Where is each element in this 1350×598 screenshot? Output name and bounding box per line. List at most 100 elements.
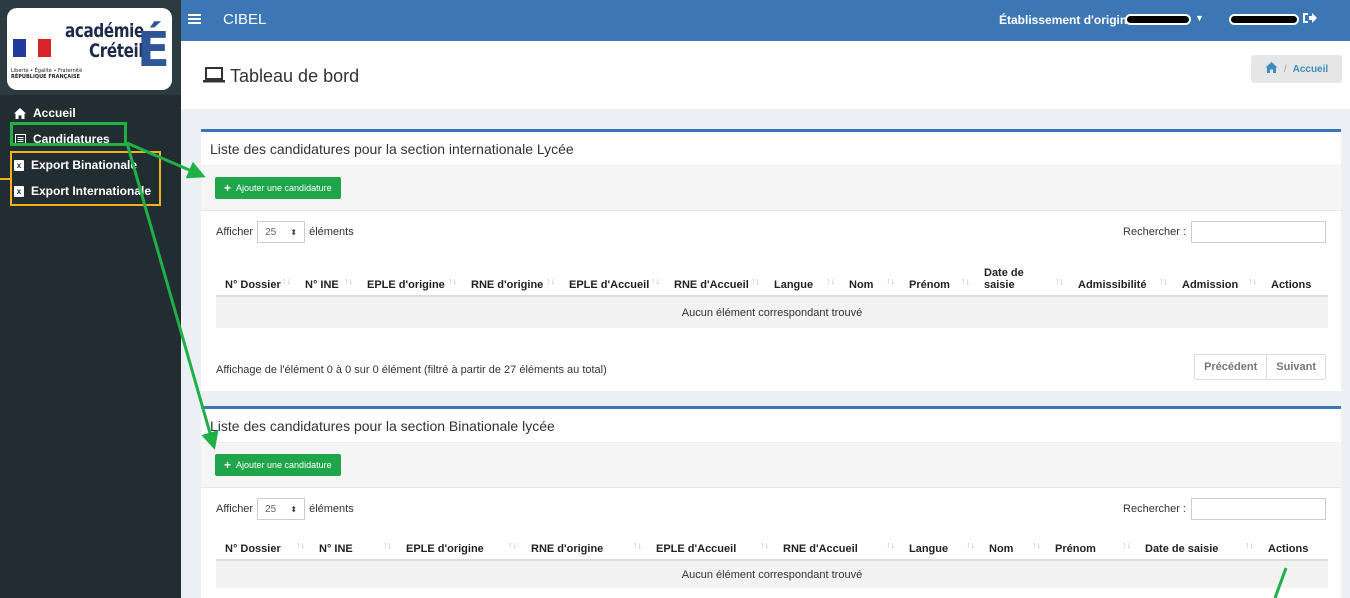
plus-icon: + [224, 458, 232, 472]
col-header[interactable]: EPLE d'Accueil ↑↓ [647, 524, 774, 561]
add-candidature-button[interactable]: + Ajouter une candidature [215, 177, 341, 199]
col-label: RNE d'Accueil [783, 543, 858, 555]
add-candidature-label: Ajouter une candidature [236, 460, 332, 470]
sort-icon: ↑↓ [760, 540, 769, 550]
col-header[interactable]: N° INE ↑↓ [310, 524, 397, 561]
breadcrumb-separator: / [1283, 63, 1287, 75]
col-header[interactable]: Admission ↑↓ [1173, 247, 1262, 297]
empty-message: Aucun élément correspondant trouvé [216, 296, 1328, 328]
col-header[interactable]: Langue ↑↓ [900, 524, 980, 561]
sort-icon: ↑↓ [546, 276, 555, 286]
col-header[interactable]: Date de saisie ↑↓ [975, 247, 1069, 297]
add-candidature-button[interactable]: + Ajouter une candidature [215, 454, 341, 476]
col-header[interactable]: RNE d'Accueil ↑↓ [774, 524, 900, 561]
elements-label: éléments [309, 226, 354, 238]
page-size-control: Afficher 25 ⬍ éléments [216, 221, 354, 243]
col-header[interactable]: Langue ↑↓ [765, 247, 840, 297]
col-label: N° INE [319, 543, 353, 555]
col-label: RNE d'origine [531, 543, 604, 555]
search-control: Rechercher : [1123, 221, 1326, 243]
col-header[interactable]: Nom ↑↓ [840, 247, 900, 297]
panel-toolbar: + Ajouter une candidature [201, 166, 1341, 211]
col-label: EPLE d'origine [406, 543, 484, 555]
show-label: Afficher [216, 503, 254, 515]
col-label: EPLE d'Accueil [656, 543, 737, 555]
laptop-icon [203, 67, 225, 83]
select-arrows-icon: ⬍ [290, 504, 298, 514]
sort-icon: ↑↓ [383, 540, 392, 550]
col-label: RNE d'origine [471, 279, 544, 291]
col-header[interactable]: Prénom ↑↓ [1046, 524, 1136, 561]
col-header[interactable]: EPLE d'Accueil ↑↓ [560, 247, 665, 297]
col-label: N° INE [305, 279, 339, 291]
col-header[interactable]: Nom ↑↓ [980, 524, 1046, 561]
pagination: Précédent Suivant [1194, 354, 1326, 380]
content-header: Tableau de bord / Accueil [181, 41, 1350, 109]
col-label: Actions [1271, 279, 1312, 291]
annotation-highlight-candidatures [10, 122, 127, 146]
redacted-username[interactable] [1229, 14, 1299, 25]
col-label: Langue [774, 279, 814, 291]
page-size-select[interactable]: 25 ⬍ [257, 221, 306, 243]
col-header[interactable]: Admissibilité ↑↓ [1069, 247, 1173, 297]
search-input[interactable] [1191, 221, 1326, 243]
col-header[interactable]: RNE d'Accueil ↑↓ [665, 247, 765, 297]
col-label: Prénom [1055, 543, 1096, 555]
col-header[interactable]: N° INE ↑↓ [296, 247, 358, 297]
sort-icon: ↑↓ [1032, 540, 1041, 550]
col-label: N° Dossier [225, 543, 281, 555]
col-header[interactable]: EPLE d'origine ↑↓ [358, 247, 462, 297]
sort-icon: ↑↓ [508, 540, 517, 550]
sort-icon: ↑↓ [1245, 540, 1254, 550]
col-label: Nom [849, 279, 874, 291]
page-size-select[interactable]: 25 ⬍ [257, 498, 306, 520]
panel-internationale: Liste des candidatures pour la section i… [201, 129, 1341, 391]
breadcrumb[interactable]: / Accueil [1251, 55, 1342, 83]
col-label: Admissibilité [1078, 279, 1147, 291]
home-icon [14, 107, 26, 119]
sort-icon: ↑↓ [966, 540, 975, 550]
redacted-etablissement[interactable] [1125, 14, 1191, 25]
table-controls: Afficher 25 ⬍ éléments Rechercher : [201, 488, 1341, 524]
col-label: EPLE d'origine [367, 279, 445, 291]
col-label: EPLE d'Accueil [569, 279, 650, 291]
sort-icon: ↑↓ [886, 540, 895, 550]
academie-creteil-logo[interactable]: Liberté • Égalité • Fraternité RÉPUBLIQU… [7, 8, 172, 90]
search-input[interactable] [1191, 498, 1326, 520]
sign-out-icon[interactable] [1303, 11, 1317, 27]
sort-icon: ↑↓ [296, 540, 305, 550]
home-icon [1265, 62, 1278, 76]
sort-icon: ↑↓ [751, 276, 760, 286]
logo-line2: Créteil [89, 40, 144, 62]
etablissement-label: Établissement d'origine : [999, 13, 1142, 27]
sort-icon: ↑↓ [282, 276, 291, 286]
col-header[interactable]: Date de saisie ↑↓ [1136, 524, 1259, 561]
table-row: Aucun élément correspondant trouvé [216, 296, 1328, 328]
sort-icon: ↑↓ [1055, 276, 1064, 286]
col-label: Admission [1182, 279, 1239, 291]
col-header[interactable]: N° Dossier ↑↓ [216, 247, 296, 297]
panel-toolbar: + Ajouter une candidature [201, 443, 1341, 488]
breadcrumb-accueil[interactable]: Accueil [1293, 64, 1329, 75]
col-label: Prénom [909, 279, 950, 291]
caret-down-icon[interactable]: ▼ [1195, 13, 1204, 23]
col-label: Nom [989, 543, 1014, 555]
rf-name: RÉPUBLIQUE FRANÇAISE [11, 74, 81, 80]
sort-icon: ↑↓ [1122, 540, 1131, 550]
sort-icon: ↑↓ [344, 276, 353, 286]
col-header[interactable]: EPLE d'origine ↑↓ [397, 524, 522, 561]
col-header[interactable]: RNE d'origine ↑↓ [462, 247, 560, 297]
app-brand[interactable]: CIBEL [223, 11, 266, 28]
col-header[interactable]: N° Dossier ↑↓ [216, 524, 310, 561]
prev-page-button[interactable]: Précédent [1195, 355, 1266, 379]
panel-binationale: Liste des candidatures pour la section B… [201, 406, 1341, 598]
col-header[interactable]: RNE d'origine ↑↓ [522, 524, 647, 561]
col-label: N° Dossier [225, 279, 281, 291]
page-size-value: 25 [265, 503, 277, 515]
page-size-value: 25 [265, 226, 277, 238]
next-page-button[interactable]: Suivant [1266, 355, 1325, 379]
hamburger-menu-icon[interactable] [188, 12, 201, 30]
candidatures-table-internationale: N° Dossier ↑↓ N° INE ↑↓ EPLE d'origine ↑↓ R… [216, 247, 1328, 328]
sort-icon: ↑↓ [961, 276, 970, 286]
col-header[interactable]: Prénom ↑↓ [900, 247, 975, 297]
